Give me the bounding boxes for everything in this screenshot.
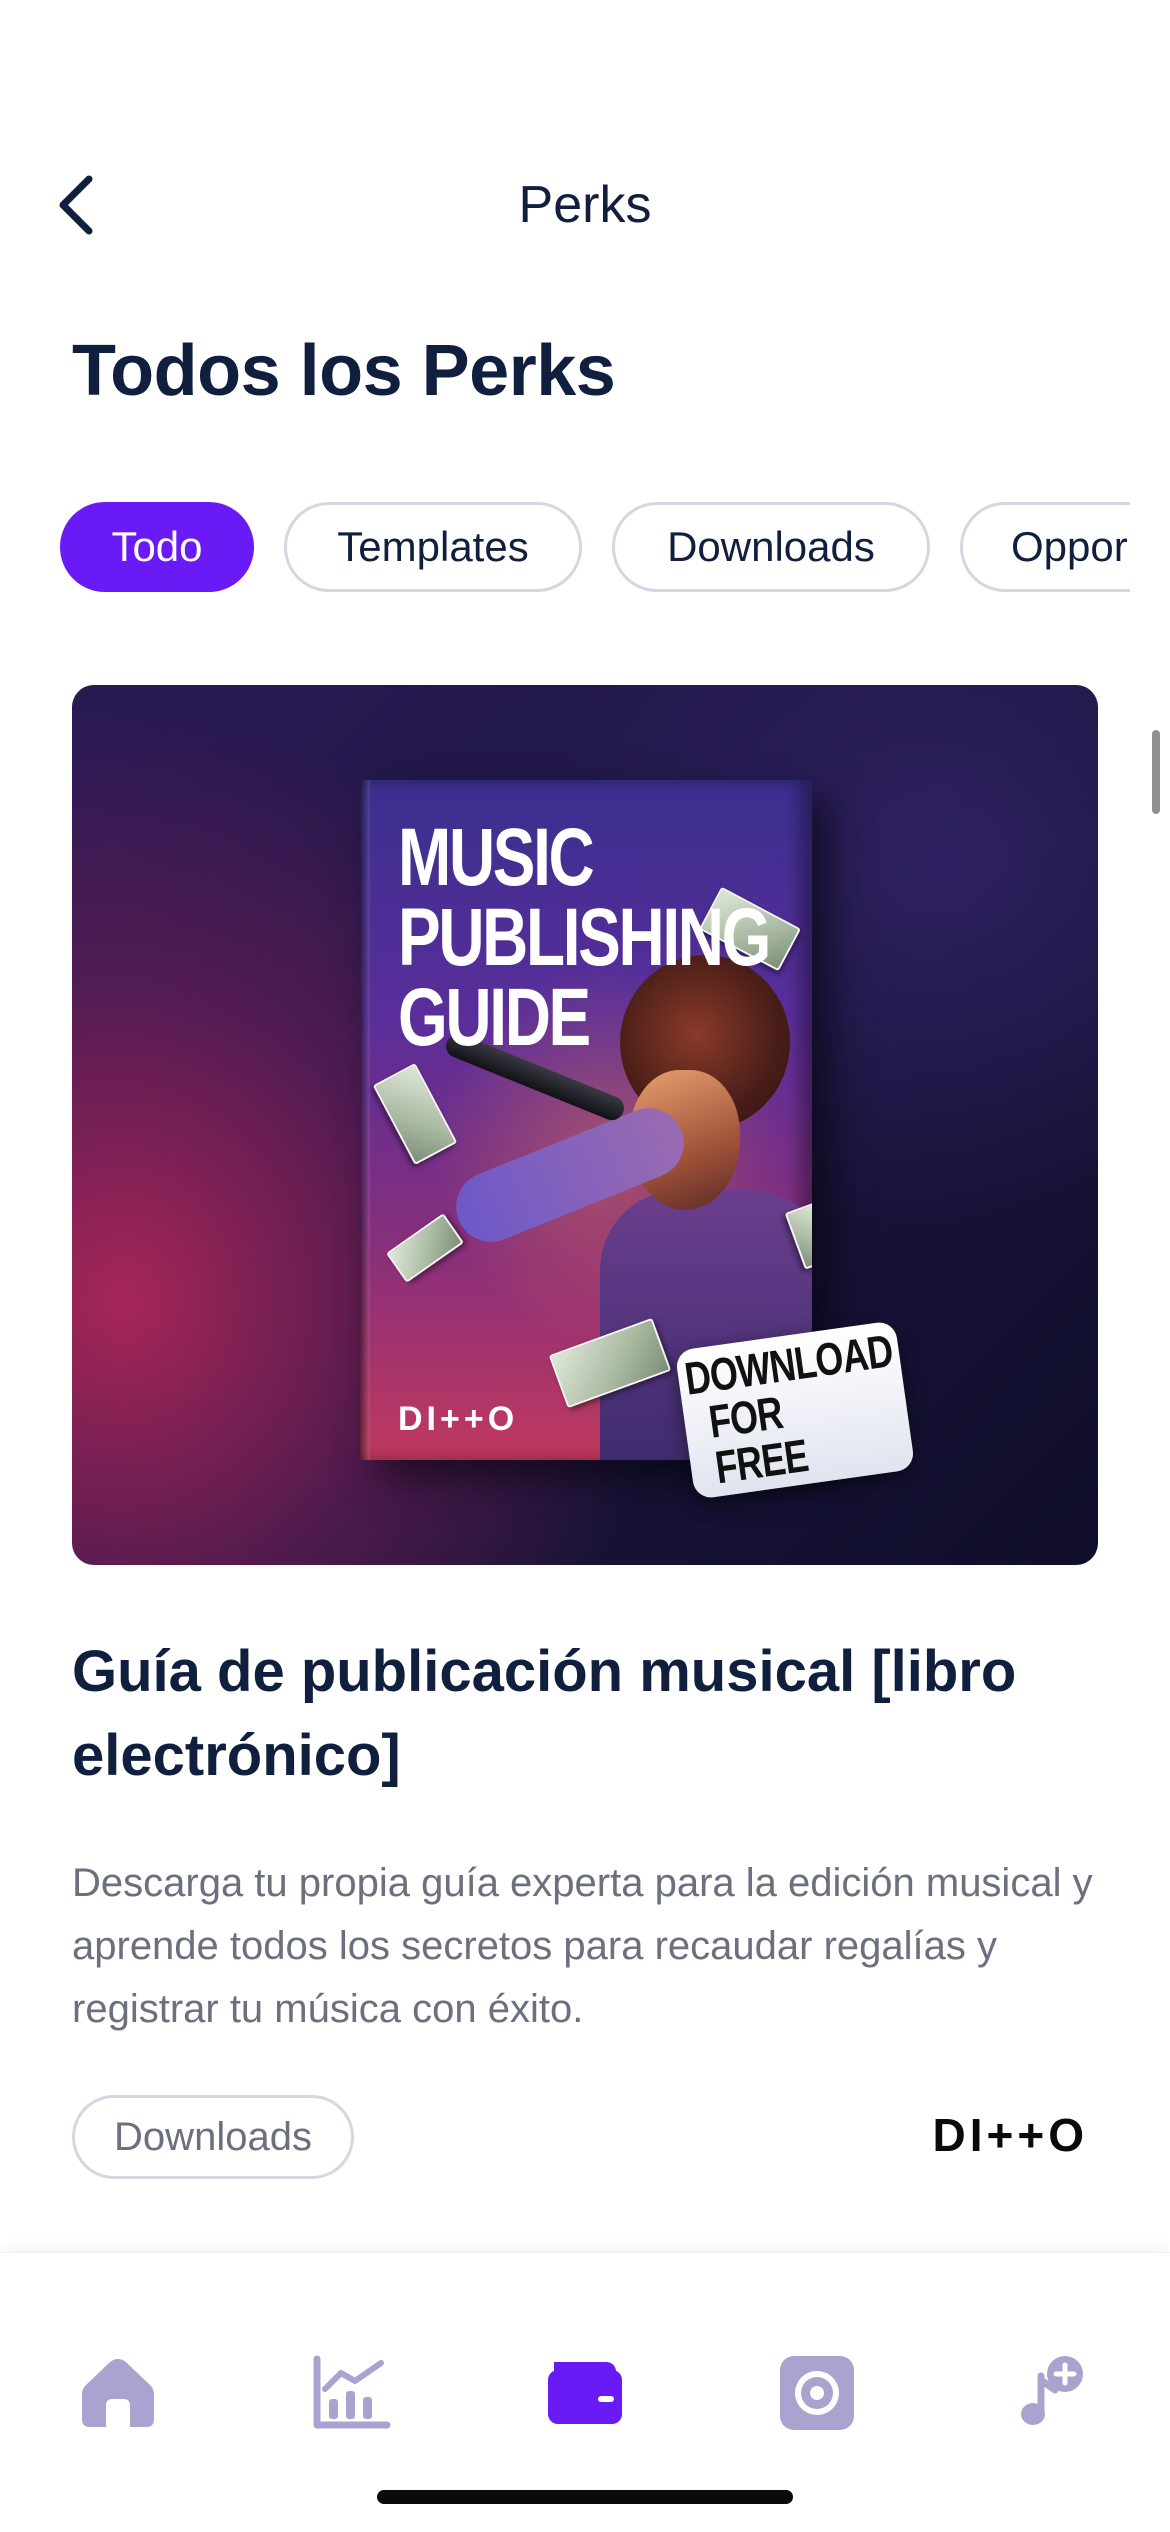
filter-chip-todo[interactable]: Todo xyxy=(60,502,254,592)
home-icon xyxy=(82,2359,154,2427)
perk-description: Descarga tu propia guía experta para la … xyxy=(72,1861,1093,2031)
wallet-icon xyxy=(548,2362,622,2424)
add-music-icon xyxy=(1021,2356,1083,2425)
nav-releases[interactable] xyxy=(757,2333,877,2453)
category-tag[interactable]: Downloads xyxy=(72,2095,354,2179)
page-title: Perks xyxy=(518,176,652,234)
perk-title[interactable]: Guía de publicación musical [libro elect… xyxy=(72,1630,1072,1798)
home-indicator[interactable] xyxy=(377,2490,793,2504)
ebook-title: MUSIC PUBLISHING GUIDE xyxy=(398,812,771,1063)
nav-home[interactable] xyxy=(58,2333,178,2453)
vinyl-record-icon xyxy=(780,2356,854,2430)
filter-chip-downloads[interactable]: Downloads xyxy=(612,502,930,592)
download-free-sticker: DOWNLOAD FOR FREE xyxy=(674,1320,916,1500)
filter-chips: Todo Templates Downloads Oppor xyxy=(60,502,1130,594)
section-title: Todos los Perks xyxy=(72,331,616,411)
ditto-logo: DI++O xyxy=(398,1400,519,1438)
brand-logo: DI++O xyxy=(932,2109,1088,2161)
filter-chip-opportunities[interactable]: Oppor xyxy=(960,502,1130,592)
scrollbar[interactable] xyxy=(1152,730,1160,814)
filter-chip-templates[interactable]: Templates xyxy=(284,502,582,592)
money-bill-icon xyxy=(372,1063,458,1165)
nav-analytics[interactable] xyxy=(291,2333,411,2453)
perk-card-image[interactable]: MUSIC PUBLISHING GUIDE DI++O DOWNLOAD FO… xyxy=(72,685,1098,1565)
nav-new-release[interactable] xyxy=(990,2333,1110,2453)
money-bill-icon xyxy=(386,1213,464,1283)
analytics-icon xyxy=(313,2355,391,2429)
sticker-line-2: FOR FREE xyxy=(705,1386,811,1494)
nav-wallet[interactable] xyxy=(524,2333,644,2453)
